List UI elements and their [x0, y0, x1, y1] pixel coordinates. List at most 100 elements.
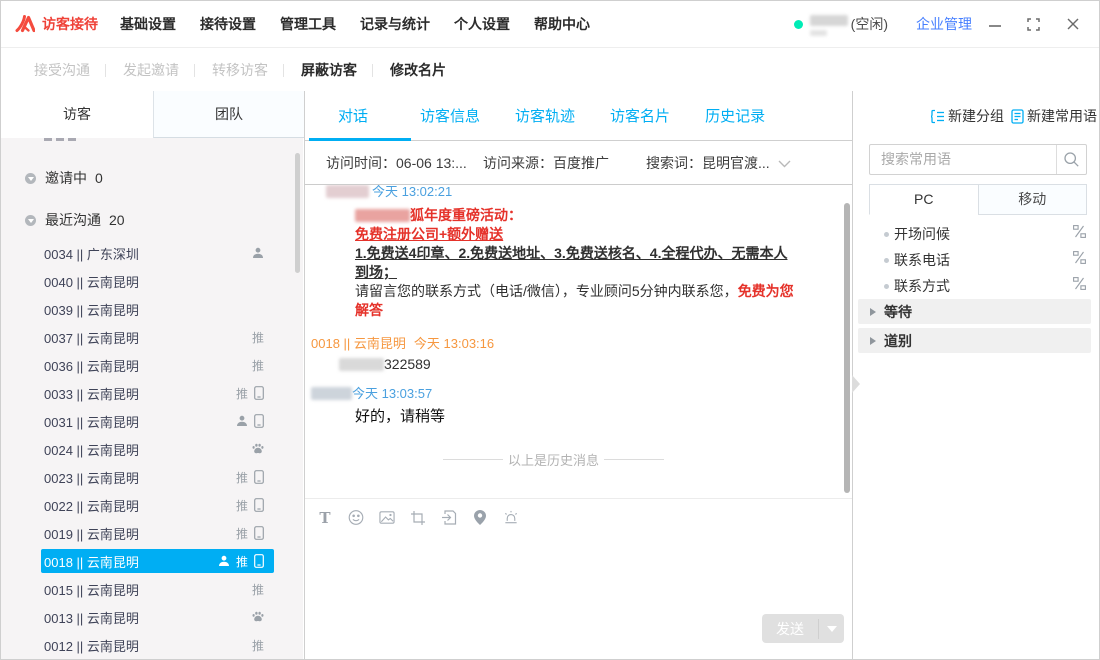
new-phrase-button[interactable]: 新建常用语	[1011, 106, 1097, 126]
collapse-toggle-icon[interactable]	[25, 173, 36, 184]
app-window: 访客接待 基础设置接待设置管理工具记录与统计个人设置帮助中心 (空闲) 企业管理	[0, 0, 1100, 660]
visitor-row-0039[interactable]: 0039 || 云南昆明	[1, 295, 303, 323]
visitor-list-area: 邀请中 0 最近沟通 20 0034 || 广东深圳 0040 || 云南昆明 00…	[1, 138, 303, 659]
action-toolbar: 接受沟通 发起邀请 转移访客 屏蔽访客 修改名片	[1, 49, 1099, 91]
visitor-row-0019[interactable]: 0019 || 云南昆明推	[1, 519, 303, 547]
toolbar-item-1[interactable]: 发起邀请	[123, 60, 179, 80]
message-body: 322589	[339, 354, 852, 374]
toolbar-item-2[interactable]: 转移访客	[212, 60, 268, 80]
chat-scrollbar[interactable]	[844, 203, 850, 493]
nav-right: (空闲) 企业管理	[794, 11, 1099, 37]
expand-arrow-icon	[870, 337, 876, 345]
tab-pc[interactable]: PC	[869, 184, 978, 215]
visitor-label: 0013 || 云南昆明	[44, 608, 139, 627]
visitor-row-0012[interactable]: 0012 || 云南昆明推	[1, 631, 303, 659]
message-0: 今天 13:02:21 狐年度重磅活动：免费注册公司+额外赠送1.免费送4印章、2…	[311, 185, 852, 320]
toolbar-item-3[interactable]: 屏蔽访客	[301, 60, 357, 80]
enterprise-admin-link[interactable]: 企业管理	[916, 14, 972, 34]
search-button[interactable]	[1056, 145, 1086, 174]
alarm-icon[interactable]	[503, 510, 519, 526]
push-badge: 推	[252, 329, 264, 346]
sidebar-scrollbar[interactable]	[295, 153, 300, 273]
mobile-icon	[254, 414, 264, 428]
phrase-group-1[interactable]: 道别	[858, 328, 1091, 353]
message-header: 今天 13:02:21	[311, 185, 852, 200]
message-header: 今天 13:03:57	[311, 386, 852, 402]
visitor-row-0023[interactable]: 0023 || 云南昆明推	[1, 463, 303, 491]
file-send-icon[interactable]	[441, 510, 457, 526]
tab-team[interactable]: 团队	[153, 91, 304, 138]
emoji-icon[interactable]	[348, 510, 364, 526]
location-icon[interactable]	[472, 510, 488, 526]
visitor-row-0018[interactable]: 0018 || 云南昆明推	[1, 547, 303, 575]
chat-panel: 对话 访客信息 访客轨迹 访客名片 历史记录 访问时间：06-06 13:...访问来源…	[305, 91, 853, 659]
chat-tab-1[interactable]: 访客信息	[420, 105, 480, 126]
search-input[interactable]: 搜索常用语	[870, 145, 1056, 174]
mobile-icon	[254, 498, 264, 512]
phrase-search: 搜索常用语	[869, 144, 1087, 175]
new-group-button[interactable]: 新建分组	[931, 106, 1004, 126]
nav-item-2[interactable]: 管理工具	[280, 14, 336, 34]
push-badge: 推	[236, 497, 248, 514]
mobile-icon	[254, 470, 264, 484]
insert-phrase-icon[interactable]	[1073, 277, 1086, 295]
visitor-row-0036[interactable]: 0036 || 云南昆明推	[1, 351, 303, 379]
toolbar-item-4[interactable]: 修改名片	[390, 60, 446, 80]
phrase-item-1[interactable]: 联系电话	[869, 247, 1091, 273]
chat-tab-2[interactable]: 访客轨迹	[515, 105, 575, 126]
visitor-row-0013[interactable]: 0013 || 云南昆明	[1, 603, 303, 631]
tab-mobile[interactable]: 移动	[978, 184, 1088, 215]
chevron-down-icon[interactable]	[778, 155, 791, 171]
collapse-toggle-icon[interactable]	[25, 215, 36, 226]
person-icon	[236, 415, 248, 427]
visitor-row-0040[interactable]: 0040 || 云南昆明	[1, 267, 303, 295]
mobile-icon	[254, 386, 264, 400]
nav-item-4[interactable]: 个人设置	[454, 14, 510, 34]
visitor-list: 0034 || 广东深圳0040 || 云南昆明0039 || 云南昆明0037…	[1, 239, 303, 659]
chat-tabs: 对话 访客信息 访客轨迹 访客名片 历史记录	[305, 91, 852, 141]
phrase-item-0[interactable]: 开场问候	[869, 221, 1091, 247]
visit-info-0: 访问时间：06-06 13:...	[326, 153, 483, 173]
image-icon[interactable]	[379, 510, 395, 526]
push-badge: 推	[236, 525, 248, 542]
insert-phrase-icon[interactable]	[1073, 251, 1086, 269]
visit-info-2: 搜索词：昆明官渡...	[646, 153, 770, 173]
chat-tab-4[interactable]: 历史记录	[705, 105, 765, 126]
visitor-row-0022[interactable]: 0022 || 云南昆明推	[1, 491, 303, 519]
toolbar-item-0[interactable]: 接受沟通	[34, 60, 90, 80]
message-body: 狐年度重磅活动：免费注册公司+额外赠送1.免费送4印章、2.免费送地址、3.免费…	[355, 206, 852, 320]
visit-info-bar: 访问时间：06-06 13:...访问来源：百度推广搜索词：昆明官渡...	[305, 141, 852, 185]
tab-visitors[interactable]: 访客	[1, 91, 153, 138]
visitor-row-0015[interactable]: 0015 || 云南昆明推	[1, 575, 303, 603]
nav-item-0[interactable]: 基础设置	[120, 14, 176, 34]
section-inviting[interactable]: 邀请中 0	[1, 164, 303, 192]
chat-tab-3[interactable]: 访客名片	[610, 105, 670, 126]
top-nav: 访客接待 基础设置接待设置管理工具记录与统计个人设置帮助中心 (空闲) 企业管理	[1, 1, 1099, 48]
minimize-button[interactable]	[988, 18, 1001, 31]
screenshot-icon[interactable]	[410, 510, 426, 526]
visitor-row-0037[interactable]: 0037 || 云南昆明 推	[1, 323, 303, 351]
close-button[interactable]	[1066, 18, 1079, 31]
send-button[interactable]: 发送	[762, 614, 844, 643]
visitor-row-0034[interactable]: 0034 || 广东深圳	[1, 239, 303, 267]
main-menu: 基础设置 接待设置 管理工具 记录与统计 个人设置 帮助中心	[120, 14, 614, 34]
visitor-label: 0040 || 云南昆明	[44, 272, 139, 291]
message-2: 今天 13:03:57好的，请稍等	[311, 386, 852, 428]
chat-tab-0[interactable]: 对话	[338, 105, 368, 126]
visitor-row-0024[interactable]: 0024 || 云南昆明	[1, 435, 303, 463]
nav-item-1[interactable]: 接待设置	[200, 14, 256, 34]
toolbar-divider	[283, 64, 284, 77]
send-options-caret[interactable]	[819, 626, 844, 632]
visitor-label: 0037 || 云南昆明	[44, 328, 139, 347]
nav-item-5[interactable]: 帮助中心	[534, 14, 590, 34]
visitor-row-0033[interactable]: 0033 || 云南昆明推	[1, 379, 303, 407]
nav-item-3[interactable]: 记录与统计	[360, 14, 430, 34]
section-recent[interactable]: 最近沟通 20	[1, 206, 303, 234]
message-input[interactable]: 发送	[305, 536, 852, 656]
visitor-row-0031[interactable]: 0031 || 云南昆明	[1, 407, 303, 435]
phrase-item-2[interactable]: 联系方式	[869, 273, 1091, 299]
maximize-button[interactable]	[1027, 18, 1040, 31]
font-format-icon[interactable]: T	[317, 510, 333, 526]
insert-phrase-icon[interactable]	[1073, 225, 1086, 243]
phrase-group-0[interactable]: 等待	[858, 299, 1091, 324]
